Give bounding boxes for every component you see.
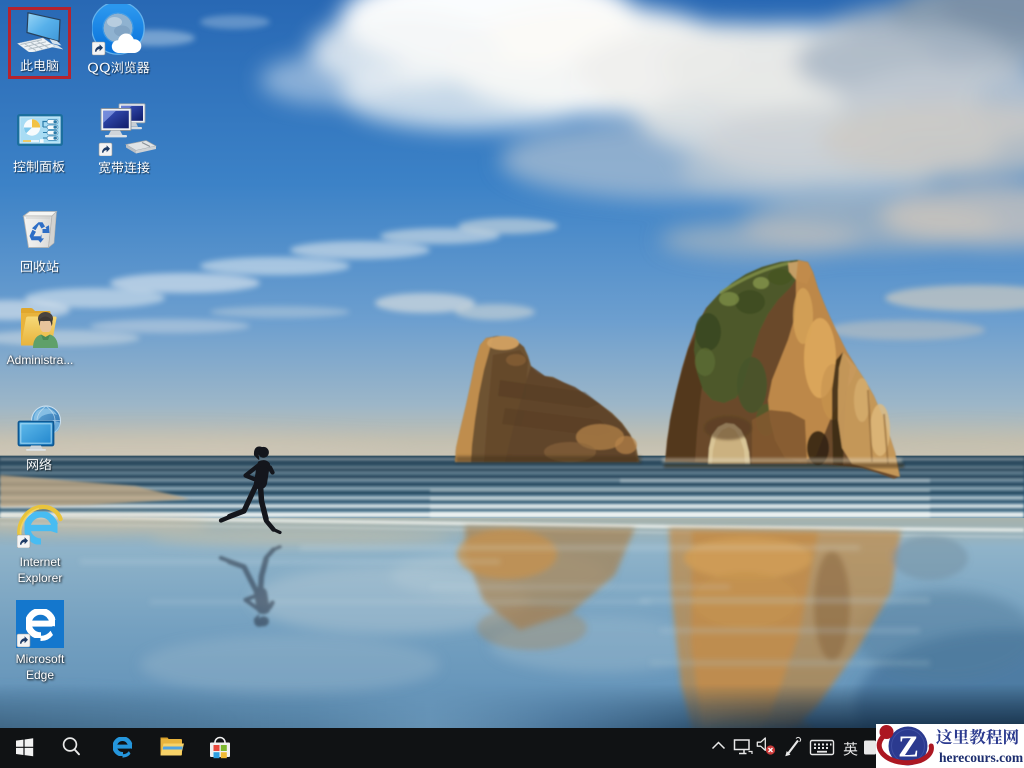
svg-text:Z: Z: [898, 729, 919, 764]
